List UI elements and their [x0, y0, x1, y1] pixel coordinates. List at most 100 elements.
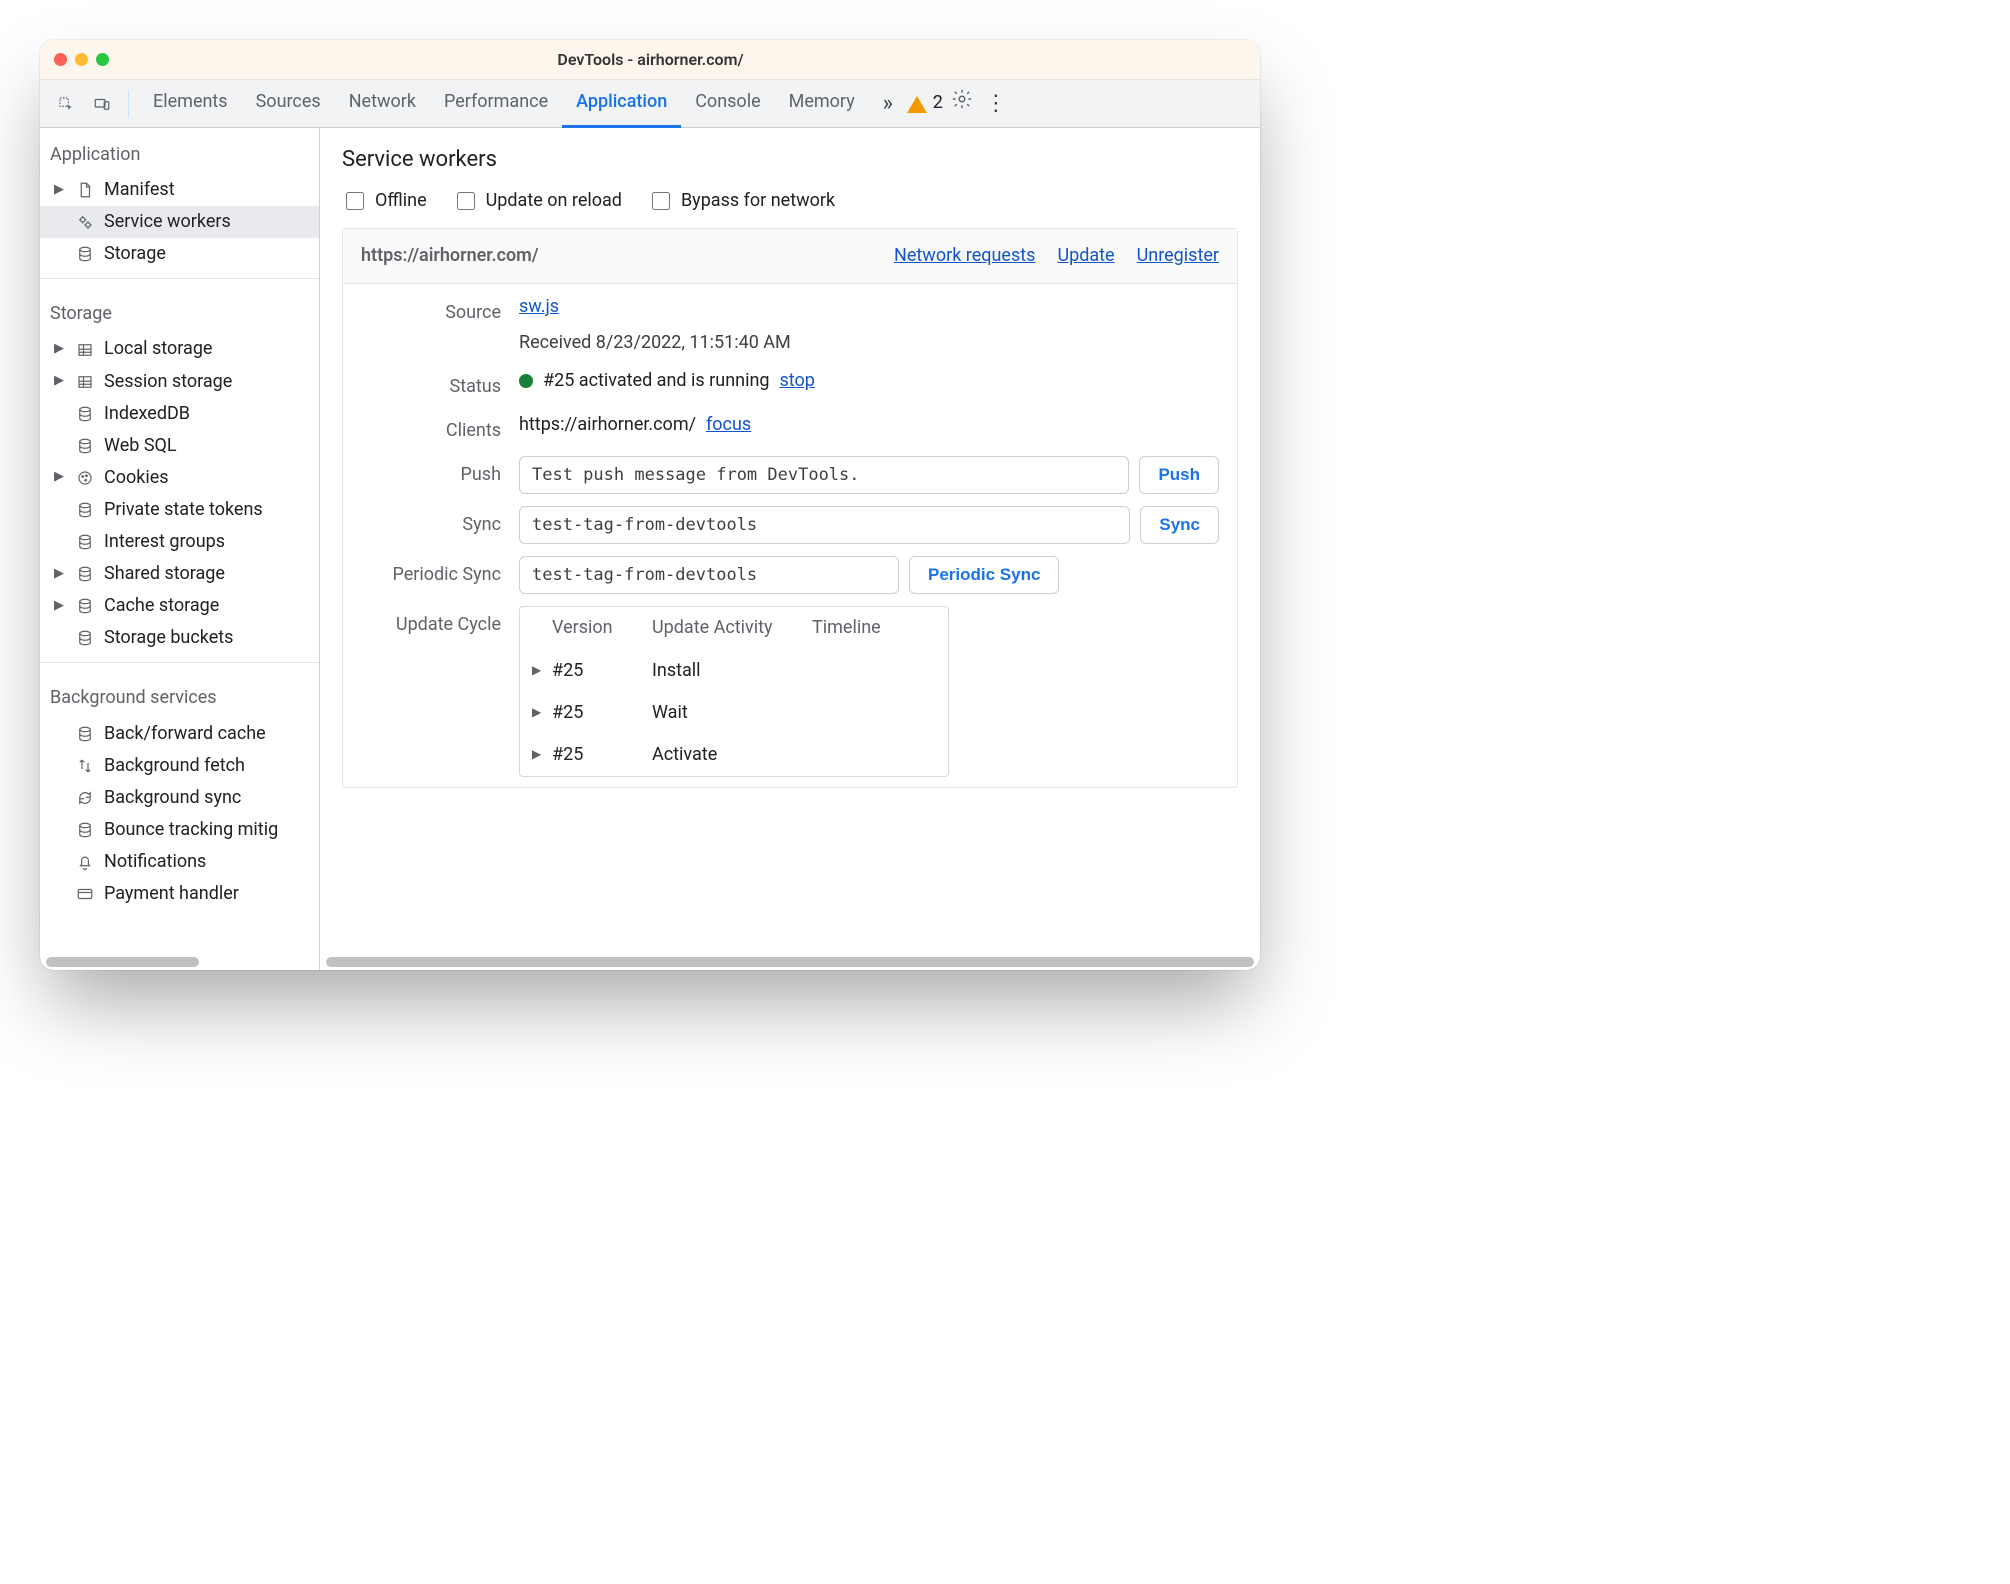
table-icon [74, 339, 96, 361]
application-sidebar: Application ▶Manifest▶Service workers▶St… [40, 128, 320, 970]
network-requests-link[interactable]: Network requests [894, 243, 1035, 269]
sidebar-item-payment-handler[interactable]: ▶Payment handler [40, 878, 319, 910]
issues-badge[interactable]: 2 [907, 90, 943, 117]
sidebar-item-label: Back/forward cache [104, 721, 266, 747]
update-on-reload-checkbox[interactable]: Update on reload [453, 188, 622, 214]
sidebar-item-label: IndexedDB [104, 401, 190, 427]
label-status: Status [361, 368, 501, 400]
sidebar-item-storage-buckets[interactable]: ▶Storage buckets [40, 622, 319, 654]
label-periodic-sync: Periodic Sync [361, 556, 501, 588]
toggle-device-toolbar-icon[interactable] [86, 88, 118, 120]
sync-button[interactable]: Sync [1140, 506, 1219, 544]
periodic-sync-button[interactable]: Periodic Sync [909, 556, 1059, 594]
db-icon [74, 595, 96, 617]
sidebar-item-label: Interest groups [104, 529, 225, 555]
sidebar-item-label: Session storage [104, 369, 232, 395]
tab-sources[interactable]: Sources [242, 79, 335, 128]
cycle-icon [74, 787, 96, 809]
more-tabs-icon[interactable]: » [873, 88, 903, 120]
stop-link[interactable]: stop [780, 368, 815, 394]
db-icon [74, 435, 96, 457]
tab-network[interactable]: Network [335, 79, 430, 128]
client-url: https://airhorner.com/ [519, 412, 696, 438]
sidebar-item-back-forward-cache[interactable]: ▶Back/forward cache [40, 718, 319, 750]
updown-icon [74, 755, 96, 777]
tab-memory[interactable]: Memory [775, 79, 869, 128]
sidebar-item-label: Cookies [104, 465, 169, 491]
close-window-icon[interactable] [54, 53, 67, 66]
col-version: Version [552, 615, 642, 641]
unregister-link[interactable]: Unregister [1137, 243, 1219, 269]
sidebar-item-local-storage[interactable]: ▶Local storage [40, 333, 319, 365]
push-input[interactable] [519, 456, 1129, 494]
chevron-right-icon: ▶ [54, 372, 66, 391]
settings-icon[interactable] [947, 88, 977, 120]
sidebar-item-web-sql[interactable]: ▶Web SQL [40, 430, 319, 462]
cycle-activity: Install [652, 658, 802, 684]
sidebar-item-session-storage[interactable]: ▶ Session storage [40, 366, 319, 398]
sidebar-group-application: Application [40, 128, 319, 174]
tab-application[interactable]: Application [562, 79, 681, 128]
inspect-element-icon[interactable] [50, 88, 82, 120]
sidebar-item-label: Manifest [104, 177, 175, 203]
update-cycle-table: Version Update Activity Timeline ▶#25Ins… [519, 606, 949, 776]
source-file-link[interactable]: sw.js [519, 294, 559, 320]
window-titlebar: DevTools - airhorner.com/ [40, 40, 1260, 80]
sidebar-horizontal-scrollbar[interactable] [46, 957, 199, 967]
sidebar-item-interest-groups[interactable]: ▶Interest groups [40, 526, 319, 558]
zoom-window-icon[interactable] [96, 53, 109, 66]
chevron-right-icon: ▶ [54, 597, 66, 616]
db-icon [74, 499, 96, 521]
focus-client-link[interactable]: focus [706, 412, 751, 438]
update-cycle-row[interactable]: ▶#25Install [520, 650, 948, 692]
sidebar-item-bounce-tracking-mitig[interactable]: ▶Bounce tracking mitig [40, 814, 319, 846]
sidebar-item-indexeddb[interactable]: ▶IndexedDB [40, 398, 319, 430]
db-icon [74, 531, 96, 553]
content-horizontal-scrollbar[interactable] [326, 957, 1254, 967]
sidebar-item-manifest[interactable]: ▶ Manifest [40, 174, 319, 206]
sidebar-item-storage[interactable]: ▶Storage [40, 238, 319, 270]
update-cycle-row[interactable]: ▶#25Wait [520, 692, 948, 734]
update-cycle-row[interactable]: ▶#25Activate [520, 734, 948, 776]
sidebar-item-label: Notifications [104, 849, 206, 875]
update-link[interactable]: Update [1057, 243, 1114, 269]
chevron-right-icon: ▶ [532, 662, 542, 679]
window-title: DevTools - airhorner.com/ [117, 48, 1184, 71]
sidebar-item-private-state-tokens[interactable]: ▶Private state tokens [40, 494, 319, 526]
sync-input[interactable] [519, 506, 1130, 544]
sidebar-item-shared-storage[interactable]: ▶Shared storage [40, 558, 319, 590]
pane-title: Service workers [342, 144, 1238, 176]
card-icon [74, 883, 96, 905]
cookie-icon [74, 467, 96, 489]
sidebar-item-service-workers[interactable]: ▶Service workers [40, 206, 319, 238]
label-update-cycle: Update Cycle [361, 606, 501, 638]
chevron-right-icon: ▶ [54, 181, 66, 200]
tab-console[interactable]: Console [681, 79, 774, 128]
sidebar-item-label: Background fetch [104, 753, 245, 779]
sidebar-item-label: Payment handler [104, 881, 239, 907]
sidebar-item-cache-storage[interactable]: ▶Cache storage [40, 590, 319, 622]
service-worker-card: https://airhorner.com/ Network requests … [342, 228, 1238, 788]
chevron-right-icon: ▶ [54, 565, 66, 584]
devtools-window: DevTools - airhorner.com/ ElementsSource… [40, 40, 1260, 970]
bypass-for-network-checkbox[interactable]: Bypass for network [648, 188, 835, 214]
more-options-icon[interactable]: ⋮ [981, 88, 1011, 120]
sidebar-item-label: Storage buckets [104, 625, 233, 651]
sidebar-item-background-fetch[interactable]: ▶Background fetch [40, 750, 319, 782]
sidebar-item-notifications[interactable]: ▶Notifications [40, 846, 319, 878]
sidebar-item-background-sync[interactable]: ▶Background sync [40, 782, 319, 814]
offline-checkbox[interactable]: Offline [342, 188, 427, 214]
tab-elements[interactable]: Elements [139, 79, 242, 128]
sidebar-item-cookies[interactable]: ▶Cookies [40, 462, 319, 494]
source-received: Received 8/23/2022, 11:51:40 AM [519, 330, 1219, 356]
push-button[interactable]: Push [1139, 456, 1219, 494]
tab-performance[interactable]: Performance [430, 79, 562, 128]
minimize-window-icon[interactable] [75, 53, 88, 66]
db-icon [74, 627, 96, 649]
sidebar-item-label: Private state tokens [104, 497, 263, 523]
warning-icon [907, 86, 927, 113]
periodic-sync-input[interactable] [519, 556, 899, 594]
sidebar-item-label: Service workers [104, 209, 231, 235]
gears-icon [74, 211, 96, 233]
devtools-toolbar: ElementsSourcesNetworkPerformanceApplica… [40, 80, 1260, 128]
